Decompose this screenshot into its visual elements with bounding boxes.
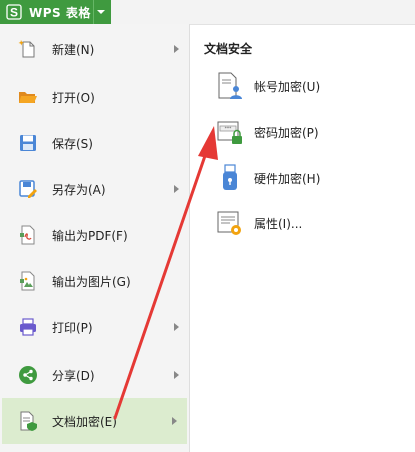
menu-item-label: 打印(P)	[52, 320, 93, 335]
new-document-icon	[18, 40, 35, 58]
menu-item-label: 新建(N)	[52, 42, 95, 57]
menu-item-label: 打开(O)	[52, 90, 95, 105]
submenu-item-hardware-encrypt[interactable]: 硬件加密(H)	[212, 158, 392, 198]
menu-item-document-encrypt[interactable]: 文档加密(E)	[2, 398, 187, 444]
menu-item-open[interactable]: 打开(O)	[0, 74, 189, 120]
hardware-encrypt-icon	[223, 164, 237, 190]
menu-item-export-pdf[interactable]: 输出为PDF(F)	[0, 212, 189, 258]
account-encrypt-icon	[218, 72, 242, 99]
menu-item-label: 输出为PDF(F)	[52, 228, 128, 243]
submenu-item-properties[interactable]: 属性(I)...	[212, 203, 392, 243]
open-folder-icon	[19, 92, 37, 103]
save-icon	[20, 135, 36, 151]
menu-item-label: 分享(D)	[52, 368, 95, 383]
menu-item-new[interactable]: 新建(N)	[0, 26, 189, 72]
submenu-item-account-encrypt[interactable]: 帐号加密(U)	[212, 66, 392, 106]
chevron-down-icon[interactable]	[93, 0, 108, 24]
print-icon	[20, 318, 36, 336]
submenu-item-password-encrypt[interactable]: *** 密码加密(P)	[212, 112, 392, 152]
submenu-title: 文档安全	[204, 42, 253, 56]
svg-text:S: S	[10, 6, 18, 20]
toolbar-strip	[111, 0, 415, 25]
menu-item-save-as[interactable]: 另存为(A)	[0, 166, 189, 212]
file-menu: 新建(N) 打开(O) 保存(S) 另存为(A) 输出为PDF(F) 输出为图片…	[0, 24, 190, 452]
share-icon	[19, 366, 37, 384]
menu-item-share[interactable]: 分享(D)	[0, 352, 189, 398]
document-encrypt-icon	[20, 411, 37, 431]
menu-item-label: 保存(S)	[52, 136, 93, 151]
export-image-icon	[20, 271, 35, 291]
chevron-right-icon	[174, 371, 179, 379]
export-pdf-icon	[20, 225, 35, 245]
properties-icon	[217, 211, 241, 235]
wps-logo-icon: S	[5, 3, 23, 21]
submenu-item-label: 属性(I)...	[254, 216, 303, 231]
app-menu-button[interactable]: S WPS 表格	[0, 0, 111, 25]
menu-item-export-image[interactable]: 输出为图片(G)	[0, 258, 189, 304]
submenu-item-label: 帐号加密(U)	[254, 79, 321, 94]
chevron-right-icon	[172, 417, 177, 425]
menu-item-label: 另存为(A)	[52, 182, 106, 197]
submenu-item-label: 密码加密(P)	[254, 125, 319, 140]
password-encrypt-icon: ***	[217, 121, 242, 144]
chevron-right-icon	[174, 45, 179, 53]
menu-item-print[interactable]: 打印(P)	[0, 304, 189, 350]
submenu-item-label: 硬件加密(H)	[254, 171, 321, 186]
chevron-right-icon	[174, 185, 179, 193]
svg-text:***: ***	[225, 126, 233, 132]
menu-item-label: 文档加密(E)	[52, 414, 117, 429]
menu-item-label: 输出为图片(G)	[52, 274, 131, 289]
menu-item-save[interactable]: 保存(S)	[0, 120, 189, 166]
chevron-right-icon	[174, 323, 179, 331]
save-as-icon	[19, 180, 37, 198]
app-title: WPS 表格	[29, 5, 91, 20]
